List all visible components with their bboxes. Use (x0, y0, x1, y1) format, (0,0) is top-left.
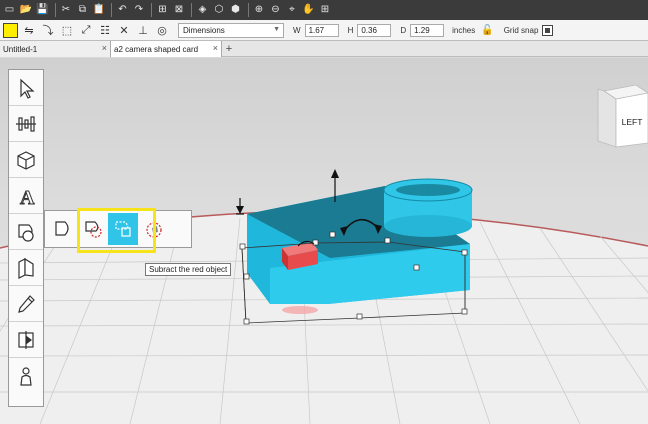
select-tool[interactable] (9, 70, 43, 106)
close-icon[interactable]: × (213, 43, 218, 53)
drop-to-floor-icon[interactable]: ⊥ (135, 22, 151, 38)
properties-bar: ⇋ ⤵ ⬚ ⤢ ☷ ✕ ⊥ ◎ Dimensions ▼ W 1.67 H 0.… (0, 20, 648, 41)
frame-all-icon[interactable]: ⊞ (318, 2, 333, 18)
extrude-icon (18, 257, 34, 279)
zoom-in-icon[interactable]: ⊕ (252, 2, 267, 18)
cursor-arrow-icon (20, 78, 35, 99)
highlight-box (77, 208, 156, 253)
chevron-down-icon: ▼ (273, 25, 280, 33)
height-label: H (347, 25, 354, 35)
zoom-fit-icon[interactable]: ⌖ (285, 2, 300, 18)
tooltip: Subract the red object (145, 263, 232, 276)
toolbar-separator (191, 3, 192, 17)
units-label: inches (452, 25, 476, 35)
scale-icon[interactable]: ⬚ (59, 22, 75, 38)
height-field[interactable]: 0.36 (357, 23, 392, 37)
export-box-icon (18, 330, 34, 349)
redo-icon[interactable]: ↷ (132, 2, 147, 18)
tool-panel: A (8, 69, 44, 407)
export-tool[interactable] (9, 322, 43, 358)
merge-button[interactable] (48, 213, 78, 245)
toolbar-separator (54, 3, 56, 17)
copy-icon[interactable]: ⧉ (75, 2, 90, 18)
cut-icon[interactable]: ✂ (59, 2, 74, 18)
tab-label: a2 camera shaped card (114, 44, 199, 54)
tab-label: Untitled-1 (3, 44, 38, 54)
undo-icon[interactable]: ↶ (115, 2, 130, 18)
text-a-icon: A (20, 186, 36, 208)
zoom-out-icon[interactable]: ⊖ (268, 2, 283, 18)
view-cube-label: LEFT (622, 117, 643, 127)
toolbar-separator (151, 3, 152, 17)
merge-icon (55, 221, 69, 236)
grid-snap-checkbox[interactable] (542, 24, 554, 36)
combine-shapes-icon (18, 223, 34, 242)
figure-icon (20, 367, 32, 386)
print-tool[interactable] (9, 358, 43, 394)
depth-label: D (400, 25, 407, 35)
document-tabs: Untitled-1 × a2 camera shaped card × + (0, 41, 648, 57)
view-mode-dropdown[interactable]: Dimensions ▼ (178, 22, 284, 38)
close-icon[interactable]: × (102, 43, 107, 53)
group-icon[interactable]: ⊞ (155, 2, 170, 18)
view-solid-icon[interactable]: ⬡ (212, 2, 227, 18)
delete-icon[interactable]: ✕ (116, 22, 132, 38)
sketch-tool[interactable] (9, 286, 43, 322)
align-icon (16, 115, 36, 132)
width-field[interactable]: 1.67 (304, 23, 339, 37)
pan-hand-icon[interactable]: ✋ (301, 2, 316, 18)
open-icon[interactable]: 📂 (19, 2, 34, 18)
depth-field[interactable]: 1.29 (410, 23, 445, 37)
width-label: W (293, 25, 301, 35)
height-handle[interactable] (236, 198, 244, 215)
shapes-tool[interactable] (9, 142, 43, 178)
pencil-icon (18, 294, 35, 313)
toolbar-separator (247, 3, 249, 17)
main-toolbar: ▭ 📂 💾 ✂ ⧉ 📋 ↶ ↷ ⊞ ⊠ ◈ ⬡ ⬢ ⊕ ⊖ ⌖ ✋ ⊞ (0, 0, 648, 20)
grid-snap-label: Grid snap (503, 25, 539, 35)
mirror-icon[interactable]: ⇋ (21, 22, 37, 38)
rotate-icon[interactable]: ⤵ (40, 22, 56, 38)
tab-untitled-1[interactable]: Untitled-1 × (0, 41, 111, 57)
ungroup-icon[interactable]: ⊠ (172, 2, 187, 18)
dropdown-value: Dimensions (183, 25, 225, 35)
lock-icon[interactable]: 🔓 (481, 25, 493, 36)
svg-text:A: A (20, 187, 35, 208)
extrude-tool[interactable] (9, 250, 43, 286)
toolbar-separator (111, 3, 112, 17)
cube-icon (17, 150, 35, 170)
view-cube[interactable]: LEFT (596, 84, 648, 153)
save-icon[interactable]: 💾 (35, 2, 50, 18)
tab-camera-card[interactable]: a2 camera shaped card × (111, 41, 222, 57)
card-object[interactable] (247, 178, 473, 304)
center-icon[interactable]: ◎ (154, 22, 170, 38)
properties-icon[interactable]: ☷ (97, 22, 113, 38)
combine-tool[interactable] (9, 214, 43, 250)
align-tool[interactable] (9, 106, 43, 142)
resize-icon[interactable]: ⤢ (78, 22, 94, 38)
add-tab-button[interactable]: + (222, 41, 236, 57)
color-swatch[interactable] (3, 22, 18, 38)
view-wire-icon[interactable]: ⬢ (228, 2, 243, 18)
texture-icon[interactable]: ◈ (195, 2, 210, 18)
paste-icon[interactable]: 📋 (92, 2, 107, 18)
text-tool[interactable]: A (9, 178, 43, 214)
new-icon[interactable]: ▭ (2, 2, 17, 18)
